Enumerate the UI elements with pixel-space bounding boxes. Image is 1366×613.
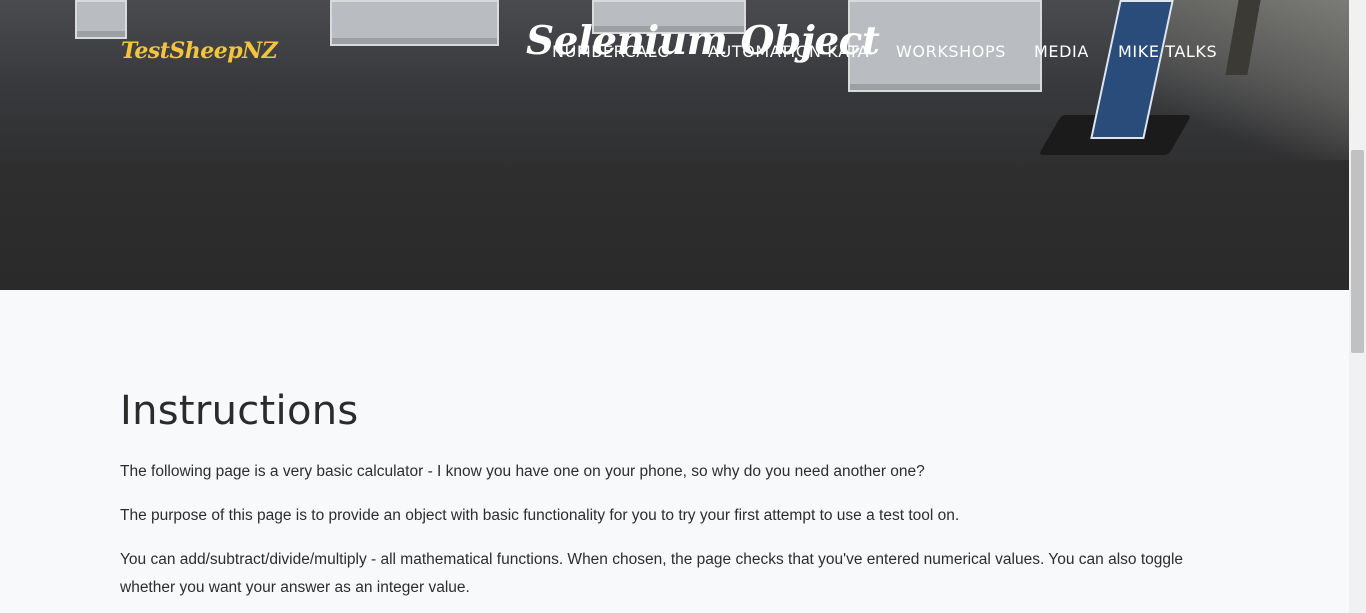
instructions-paragraph-3: You can add/subtract/divide/multiply - a…: [120, 551, 1184, 596]
nav-item-media[interactable]: MEDIA: [1034, 42, 1089, 61]
instructions-paragraph-2: The purpose of this page is to provide a…: [120, 507, 960, 524]
instructions-heading: Instructions: [120, 388, 359, 434]
scrollbar-thumb[interactable]: [1351, 150, 1364, 353]
instructions-section: Instructions The following page is a ver…: [120, 388, 1230, 602]
page-title: Selenium Object: [526, 18, 880, 64]
nav-item-workshops[interactable]: WORKSHOPS: [896, 42, 1006, 61]
nav-item-mike-talks[interactable]: MIKE TALKS: [1118, 42, 1217, 61]
hero-photo-machine: [330, 0, 499, 46]
hero-banner: TestSheepNZ NUMBERCALC AUTOMATION KATA W…: [0, 0, 1349, 290]
page-scrollbar[interactable]: [1349, 0, 1366, 613]
instructions-paragraph-1: The following page is a very basic calcu…: [120, 463, 925, 480]
hero-photo-machine: [75, 0, 127, 39]
